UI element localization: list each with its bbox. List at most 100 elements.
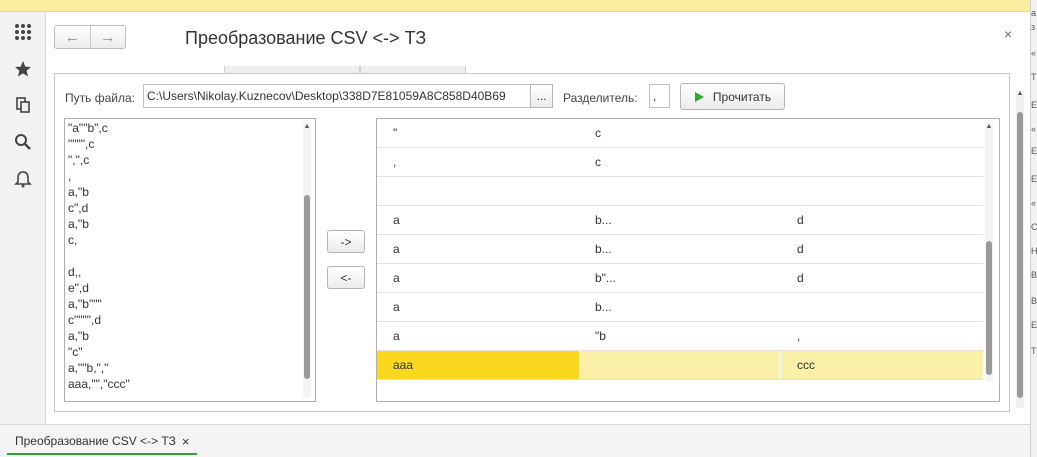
form-scrollbar[interactable]: ▲ — [1016, 90, 1024, 408]
read-button-label: Прочитать — [712, 89, 772, 104]
table-row[interactable] — [377, 177, 983, 206]
value-table[interactable]: " c, c a b... d a b... d a b"... d a b... a "b, aaa ccc ▲ — [376, 118, 1000, 402]
csv-text-line: ",",c — [68, 153, 90, 167]
table-cell[interactable]: d — [781, 206, 983, 234]
edge-glyph: « — [1031, 124, 1037, 134]
table-cell[interactable]: a — [377, 264, 579, 292]
sidebar — [0, 12, 46, 424]
edge-glyph: Е — [1031, 320, 1037, 330]
table-cell[interactable]: aaa — [377, 351, 579, 379]
back-arrow-icon[interactable]: ← — [55, 26, 91, 48]
table-cell[interactable] — [781, 119, 983, 147]
forward-arrow-icon[interactable]: → — [91, 26, 126, 48]
notifications-bell-icon[interactable] — [12, 168, 34, 190]
scrollbar-thumb[interactable] — [1017, 112, 1023, 398]
table-cell[interactable]: b... — [579, 235, 781, 263]
csv-text-line: c"""",d — [68, 313, 102, 327]
edge-glyph: Н — [1031, 246, 1037, 256]
edge-glyph: С — [1031, 222, 1037, 232]
edge-glyph: В — [1031, 270, 1037, 280]
table-cell[interactable]: a — [377, 293, 579, 321]
favorites-star-icon[interactable] — [12, 58, 34, 80]
edge-glyph: « — [1031, 48, 1037, 58]
csv-text-line: aaa,"","ccc" — [68, 377, 130, 391]
table-row[interactable]: a b... d — [377, 206, 983, 235]
top-info-bar — [0, 0, 1030, 12]
table-cell[interactable]: d — [781, 264, 983, 292]
edge-glyph: « — [1031, 198, 1037, 208]
table-row[interactable]: a "b, — [377, 322, 983, 351]
table-cell[interactable] — [781, 177, 983, 205]
separator-field[interactable]: , — [649, 84, 670, 108]
close-tab-icon[interactable]: × — [182, 434, 190, 449]
csv-text-line: a,"b — [68, 185, 89, 199]
form-window: ← → Преобразование CSV <-> ТЗ × Путь фай… — [46, 12, 1030, 424]
csv-text-line: a,""b,"," — [68, 361, 109, 375]
read-button[interactable]: Прочитать — [680, 83, 785, 110]
edge-glyph: В — [1031, 296, 1037, 306]
csv-text-line: e",d — [68, 281, 89, 295]
csv-text-line: "c" — [68, 345, 83, 359]
file-path-field[interactable]: C:\Users\Nikolay.Kuznecov\Desktop\338D7E… — [143, 84, 553, 108]
table-cell[interactable] — [781, 148, 983, 176]
table-cell[interactable]: "b — [579, 322, 781, 350]
file-path-label: Путь файла: — [65, 91, 135, 105]
csv-text-line: a,"b — [68, 329, 89, 343]
csv-text-line: a,"b""" — [68, 297, 102, 311]
table-cell[interactable] — [781, 293, 983, 321]
navigation-buttons: ← → — [54, 25, 126, 49]
separator-label: Разделитель: — [563, 91, 638, 105]
edge-glyph: Е — [1031, 174, 1037, 184]
table-cell[interactable] — [579, 351, 781, 379]
to-text-button[interactable]: <- — [327, 266, 365, 289]
open-window-tab[interactable]: Преобразование CSV <-> ТЗ × — [7, 429, 198, 455]
table-scrollbar[interactable]: ▲ — [985, 123, 993, 381]
browse-file-button[interactable]: ... — [530, 84, 553, 108]
table-row[interactable]: aaa ccc — [377, 351, 983, 380]
table-cell[interactable]: a — [377, 235, 579, 263]
table-row[interactable]: a b"... d — [377, 264, 983, 293]
table-cell[interactable]: c — [579, 148, 781, 176]
table-cell[interactable]: ccc — [781, 351, 983, 379]
edge-glyph: Е — [1031, 100, 1037, 110]
scroll-up-icon[interactable]: ▲ — [1016, 90, 1024, 97]
scrollbar-thumb[interactable] — [304, 195, 310, 379]
table-cell[interactable]: c — [579, 119, 781, 147]
csv-text-area[interactable]: "a""b",c """",c ",",c, a,"b c",d a,"b c, d,, e",… — [64, 118, 316, 402]
play-icon — [694, 91, 704, 102]
history-icon[interactable] — [12, 94, 34, 116]
csv-text-line: d,, — [68, 265, 82, 279]
edge-glyph: Т — [1031, 72, 1037, 82]
csv-text-scrollbar[interactable]: ▲ — [303, 123, 311, 397]
table-cell[interactable] — [377, 177, 579, 205]
scroll-up-icon[interactable]: ▲ — [985, 123, 993, 130]
search-icon[interactable] — [12, 131, 34, 153]
table-row[interactable]: ,c — [377, 148, 983, 177]
table-cell[interactable]: a — [377, 206, 579, 234]
scrollbar-thumb[interactable] — [986, 241, 992, 375]
table-cell[interactable]: b... — [579, 206, 781, 234]
table-cell[interactable]: , — [781, 322, 983, 350]
table-cell[interactable] — [579, 177, 781, 205]
table-row[interactable]: a b... d — [377, 235, 983, 264]
edge-glyph: Е — [1031, 146, 1037, 156]
apps-grid-icon[interactable] — [12, 21, 34, 43]
to-table-button[interactable]: -> — [327, 230, 365, 253]
edge-glyph: з — [1031, 22, 1036, 32]
table-cell[interactable]: , — [377, 148, 579, 176]
close-icon[interactable]: × — [1004, 26, 1012, 42]
edge-glyph: а — [1031, 8, 1037, 18]
open-window-tab-label: Преобразование CSV <-> ТЗ — [15, 434, 176, 448]
table-row[interactable]: a b... — [377, 293, 983, 322]
csv-text-line: c, — [68, 233, 78, 247]
csv-text-line: c",d — [68, 201, 89, 215]
csv-text-line: a,"b — [68, 217, 89, 231]
table-cell[interactable]: b... — [579, 293, 781, 321]
scroll-up-icon[interactable]: ▲ — [303, 123, 311, 130]
edge-glyph: Т — [1031, 346, 1037, 356]
table-cell[interactable]: " — [377, 119, 579, 147]
table-cell[interactable]: b"... — [579, 264, 781, 292]
table-row[interactable]: " c — [377, 119, 983, 148]
table-cell[interactable]: d — [781, 235, 983, 263]
table-cell[interactable]: a — [377, 322, 579, 350]
